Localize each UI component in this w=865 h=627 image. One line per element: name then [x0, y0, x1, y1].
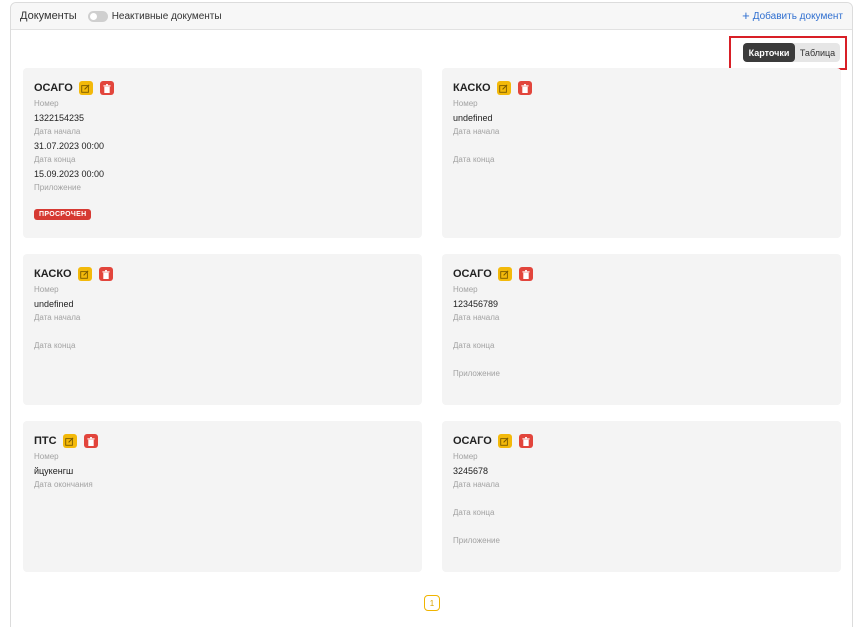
- field-label: Номер: [453, 452, 478, 461]
- card-title: ПТС: [34, 435, 57, 447]
- delete-button[interactable]: [518, 267, 533, 281]
- edit-button[interactable]: [497, 434, 512, 448]
- pencil-square-icon: [81, 84, 90, 93]
- trash-icon: [86, 436, 95, 446]
- card-title: ОСАГО: [453, 435, 492, 447]
- field-label: Номер: [34, 452, 59, 461]
- trash-icon: [522, 436, 530, 446]
- pencil-square-icon: [499, 84, 508, 93]
- field-label: Дата начала: [34, 313, 81, 322]
- field-label: Дата окончания: [34, 480, 93, 489]
- field-label: Приложение: [453, 369, 500, 378]
- field-label: Номер: [453, 99, 478, 108]
- field-label: Приложение: [453, 536, 500, 545]
- pencil-square-icon: [500, 437, 509, 446]
- pencil-square-icon: [80, 270, 89, 279]
- field-label: Дата конца: [453, 341, 495, 350]
- pencil-square-icon: [500, 270, 509, 279]
- pencil-square-icon: [65, 437, 74, 446]
- field-label: Дата начала: [453, 313, 500, 322]
- card-title: ОСАГО: [453, 268, 492, 280]
- panel-title: Документы: [20, 10, 77, 22]
- field-value: 31.07.2023 00:00: [34, 141, 105, 151]
- field-value: 123456789: [453, 299, 499, 309]
- field-label: Номер: [453, 285, 478, 294]
- tab-table[interactable]: Таблица: [795, 43, 840, 62]
- document-card: КАСКО Номер undefined Дата начала Дата к…: [442, 68, 841, 238]
- field-label: Дата конца: [34, 341, 76, 350]
- document-card: ОСАГО Номер 1322154235 Дата начала 31.07…: [23, 68, 422, 238]
- pagination-page-button[interactable]: 1: [424, 595, 440, 611]
- trash-icon: [103, 83, 111, 93]
- inactive-documents-toggle[interactable]: [87, 10, 108, 22]
- field-label: Дата конца: [453, 508, 495, 517]
- document-card: КАСКО Номер undefined Дата начала Дата к…: [23, 254, 422, 405]
- field-label: Приложение: [34, 183, 81, 192]
- delete-button[interactable]: [517, 81, 532, 95]
- card-title: КАСКО: [34, 268, 72, 280]
- field-value: йцукенгш: [34, 466, 74, 476]
- edit-button[interactable]: [62, 434, 77, 448]
- status-badge: ПРОСРОЧЕН: [34, 209, 92, 220]
- add-document-button[interactable]: + Добавить документ: [742, 8, 843, 23]
- field-label: Номер: [34, 285, 59, 294]
- card-title: КАСКО: [453, 82, 491, 94]
- trash-icon: [522, 269, 530, 279]
- field-label: Дата начала: [34, 127, 81, 136]
- edit-button[interactable]: [78, 81, 93, 95]
- field-label: Дата начала: [453, 127, 500, 136]
- edit-button[interactable]: [77, 267, 92, 281]
- field-value: 1322154235: [34, 113, 85, 123]
- field-value: 3245678: [453, 466, 489, 476]
- trash-icon: [521, 83, 529, 93]
- tab-cards[interactable]: Карточки: [743, 43, 795, 62]
- add-document-label: Добавить документ: [752, 10, 843, 22]
- field-label: Номер: [34, 99, 59, 108]
- field-value: 15.09.2023 00:00: [34, 169, 105, 179]
- delete-button[interactable]: [99, 81, 114, 95]
- field-label: Дата конца: [34, 155, 76, 164]
- view-switch: Карточки Таблица: [743, 43, 840, 62]
- delete-button[interactable]: [98, 267, 113, 281]
- delete-button[interactable]: [518, 434, 533, 448]
- panel-header: Документы Неактивные документы + Добавит…: [11, 3, 852, 30]
- field-value: undefined: [34, 299, 74, 309]
- document-card: ОСАГО Номер 3245678 Дата начала Дата кон…: [442, 421, 841, 572]
- edit-button[interactable]: [496, 81, 511, 95]
- plus-icon: +: [742, 8, 750, 23]
- card-title: ОСАГО: [34, 82, 73, 94]
- inactive-documents-label: Неактивные документы: [111, 10, 222, 22]
- field-value: undefined: [453, 113, 493, 123]
- edit-button[interactable]: [497, 267, 512, 281]
- document-card: ОСАГО Номер 123456789 Дата начала Дата к…: [442, 254, 841, 405]
- field-label: Дата конца: [453, 155, 495, 164]
- document-card: ПТС Номер йцукенгш Дата окончания: [23, 421, 422, 572]
- delete-button[interactable]: [83, 434, 98, 448]
- trash-icon: [102, 269, 110, 279]
- field-label: Дата начала: [453, 480, 500, 489]
